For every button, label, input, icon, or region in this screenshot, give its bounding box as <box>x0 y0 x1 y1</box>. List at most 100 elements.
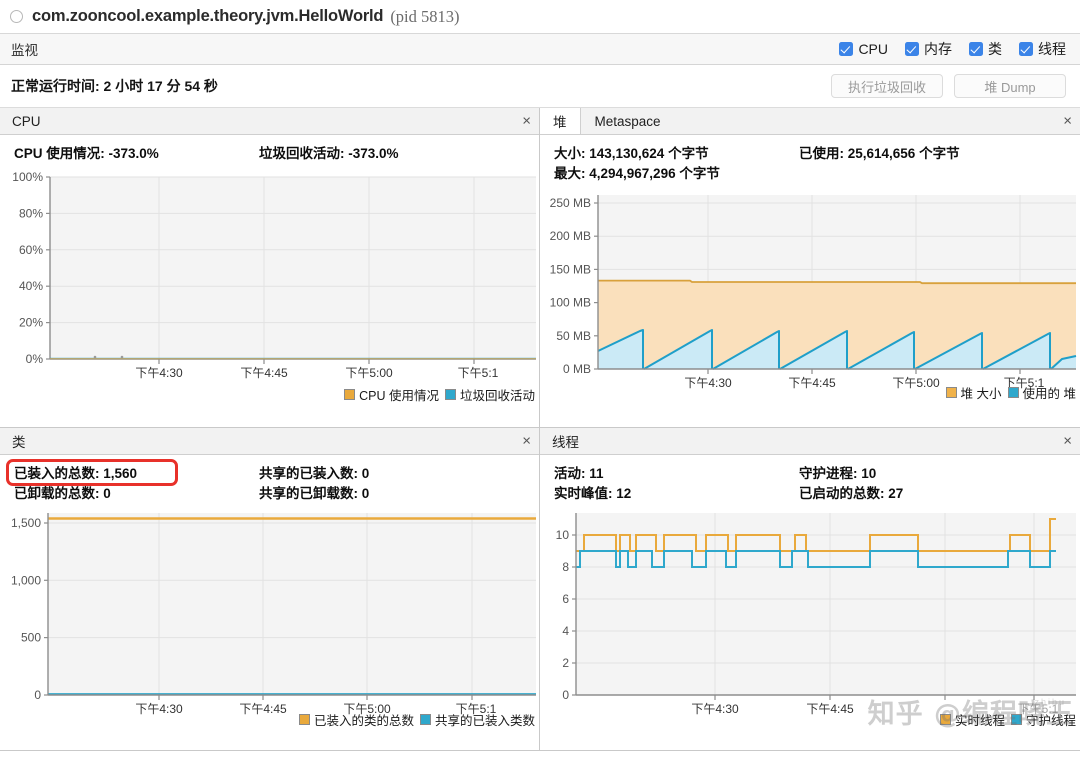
heap-max-stat: 最大: 4,294,967,296 个字节 <box>554 164 799 184</box>
cpu-chart: 100% 80% 60% 40% 20% 0% 下午4:30 下午4:45 下午… <box>0 169 539 406</box>
legend-classes-shared-label: 共享的已装入类数 <box>435 710 535 729</box>
checkbox-threads[interactable]: 线程 <box>1019 39 1066 59</box>
legend-daemon-threads: 守护线程 <box>1011 710 1076 729</box>
legend-swatch-icon <box>420 714 431 725</box>
legend-heap-size: 堆 大小 <box>946 383 1002 402</box>
metric-checkbox-group: CPU 内存 类 线程 <box>839 39 1066 59</box>
threads-ytick-3: 4 <box>562 624 569 638</box>
classes-ytick-2: 500 <box>21 631 41 645</box>
legend-swatch-icon <box>940 714 951 725</box>
heap-ytick-4: 50 MB <box>556 329 591 343</box>
legend-gc-activity: 垃圾回收活动 <box>445 385 535 404</box>
checkbox-threads-label: 线程 <box>1038 39 1066 59</box>
legend-classes-loaded: 已装入的类的总数 <box>299 710 414 729</box>
monitor-toolbar: 监视 CPU 内存 类 线程 <box>0 34 1080 65</box>
heap-ytick-5: 0 MB <box>563 362 591 376</box>
legend-classes-shared: 共享的已装入类数 <box>420 710 535 729</box>
window-titlebar: com.zooncool.example.theory.jvm.HelloWor… <box>0 0 1080 34</box>
cpu-usage-stat: CPU 使用情况: -373.0% <box>14 144 259 164</box>
heap-ytick-0: 250 MB <box>550 196 591 210</box>
checkbox-cpu[interactable]: CPU <box>839 41 888 57</box>
cpu-ytick-2: 60% <box>19 243 43 257</box>
legend-daemon-threads-label: 守护线程 <box>1026 710 1076 729</box>
uptime-label: 正常运行时间: 2 小时 17 分 54 秒 <box>11 76 218 96</box>
heap-dump-button[interactable]: 堆 Dump <box>954 74 1066 98</box>
close-icon[interactable]: × <box>522 114 531 129</box>
heap-ytick-3: 100 MB <box>550 296 591 310</box>
classes-ytick-0: 1,500 <box>11 516 41 530</box>
legend-heap-used-label: 使用的 堆 <box>1023 383 1076 402</box>
page-title: com.zooncool.example.theory.jvm.HelloWor… <box>32 7 383 26</box>
cpu-ytick-0: 100% <box>12 170 43 184</box>
legend-heap-used: 使用的 堆 <box>1008 383 1076 402</box>
checkmark-icon[interactable] <box>969 42 983 56</box>
classes-ytick-3: 0 <box>34 688 41 702</box>
threads-chart-legend: 实时线程 守护线程 <box>940 710 1076 729</box>
threads-ytick-2: 6 <box>562 592 569 606</box>
threads-ytick-0: 10 <box>556 528 570 542</box>
threads-live-stat: 活动: 11 <box>554 464 799 484</box>
panel-heap-header: 堆 Metaspace × <box>540 108 1080 135</box>
heap-used-stat: 已使用: 25,614,656 个字节 <box>799 144 960 164</box>
cpu-xtick-2: 下午5:00 <box>345 366 393 380</box>
checkmark-icon[interactable] <box>905 42 919 56</box>
legend-heap-size-label: 堆 大小 <box>961 383 1002 402</box>
toolbar-title: 监视 <box>11 39 38 59</box>
checkmark-icon[interactable] <box>839 42 853 56</box>
classes-xtick-1: 下午4:45 <box>239 702 287 716</box>
close-icon[interactable]: × <box>522 434 531 449</box>
monitor-panel-grid: CPU × CPU 使用情况: -373.0% 垃圾回收活动: -373.0% <box>0 108 1080 751</box>
panel-cpu-stats: CPU 使用情况: -373.0% 垃圾回收活动: -373.0% <box>0 135 539 169</box>
legend-gc-activity-label: 垃圾回收活动 <box>460 385 535 404</box>
legend-classes-loaded-label: 已装入的类的总数 <box>314 710 414 729</box>
classes-chart: 1,500 1,000 500 0 下午4:30 下午4:45 下午5:00 下… <box>0 509 539 731</box>
legend-swatch-icon <box>1011 714 1022 725</box>
checkbox-classes-label: 类 <box>988 39 1002 59</box>
legend-swatch-icon <box>445 389 456 400</box>
heap-chart-legend: 堆 大小 使用的 堆 <box>946 383 1076 402</box>
gc-activity-stat: 垃圾回收活动: -373.0% <box>259 144 399 164</box>
perform-gc-button[interactable]: 执行垃圾回收 <box>831 74 943 98</box>
panel-cpu-title: CPU <box>0 108 53 134</box>
heap-xtick-0: 下午4:30 <box>684 376 732 390</box>
cpu-xtick-3: 下午5:1 <box>458 366 499 380</box>
threads-daemon-stat: 守护进程: 10 <box>799 464 876 484</box>
classes-ytick-1: 1,000 <box>11 573 41 587</box>
panel-classes: 类 × 已装入的总数: 1,560 共享的已装入数: 0 已卸载的总数: 0 共… <box>0 428 540 751</box>
tab-heap[interactable]: 堆 <box>540 108 581 134</box>
classes-loaded-total: 已装入的总数: 1,560 <box>14 464 259 484</box>
cpu-ytick-3: 40% <box>19 279 43 293</box>
heap-xtick-1: 下午4:45 <box>788 376 836 390</box>
checkbox-classes[interactable]: 类 <box>969 39 1002 59</box>
process-id-label: (pid 5813) <box>390 7 459 27</box>
checkmark-icon[interactable] <box>1019 42 1033 56</box>
tab-metaspace[interactable]: Metaspace <box>581 108 674 134</box>
panel-classes-stats: 已装入的总数: 1,560 共享的已装入数: 0 已卸载的总数: 0 共享的已卸… <box>0 455 539 509</box>
legend-cpu-usage-label: CPU 使用情况 <box>359 385 439 404</box>
cpu-ytick-5: 0% <box>26 352 44 366</box>
threads-xtick-0: 下午4:30 <box>691 702 739 716</box>
legend-swatch-icon <box>299 714 310 725</box>
checkbox-cpu-label: CPU <box>858 41 888 57</box>
panel-threads: 线程 × 活动: 11 守护进程: 10 实时峰值: 12 已启动的总数: 27 <box>540 428 1080 751</box>
cpu-chart-legend: CPU 使用情况 垃圾回收活动 <box>344 385 535 404</box>
threads-ytick-4: 2 <box>562 656 569 670</box>
threads-chart-svg: 10 8 6 4 2 0 下午4:30 下午4:45 下午5:1 <box>540 509 1080 731</box>
classes-shared-unloaded: 共享的已卸载数: 0 <box>259 484 369 504</box>
legend-live-threads-label: 实时线程 <box>955 710 1005 729</box>
heap-size-stat: 大小: 143,130,624 个字节 <box>554 144 799 164</box>
heap-chart: 250 MB 200 MB 150 MB 100 MB 50 MB 0 MB 下… <box>540 189 1080 404</box>
checkbox-memory[interactable]: 内存 <box>905 39 952 59</box>
threads-xtick-1: 下午4:45 <box>806 702 854 716</box>
cpu-xtick-1: 下午4:45 <box>240 366 288 380</box>
heap-xtick-2: 下午5:00 <box>892 376 940 390</box>
close-icon[interactable]: × <box>1063 434 1072 449</box>
panel-threads-title: 线程 <box>540 428 591 454</box>
classes-loaded-total-text: 已装入的总数: 1,560 <box>14 466 137 481</box>
heap-chart-svg: 250 MB 200 MB 150 MB 100 MB 50 MB 0 MB 下… <box>540 189 1080 404</box>
panel-threads-stats: 活动: 11 守护进程: 10 实时峰值: 12 已启动的总数: 27 <box>540 455 1080 509</box>
legend-live-threads: 实时线程 <box>940 710 1005 729</box>
close-icon[interactable]: × <box>1063 114 1072 129</box>
panel-classes-header: 类 × <box>0 428 539 455</box>
panel-heap: 堆 Metaspace × 大小: 143,130,624 个字节 已使用: 2… <box>540 108 1080 428</box>
